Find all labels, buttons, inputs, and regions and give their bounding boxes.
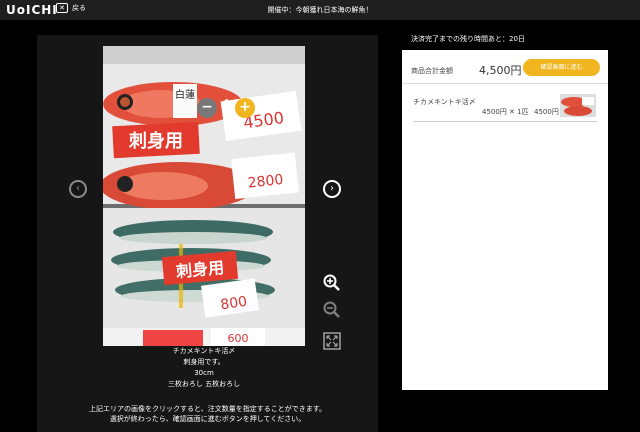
prev-arrow-icon[interactable]: ‹ — [69, 180, 87, 198]
quantity-stepper: − 1 + — [197, 96, 257, 120]
product-photo[interactable]: 白蓮 刺身用 4500 2800 刺身用 800 600 — [103, 46, 305, 350]
fit-screen-icon[interactable] — [323, 332, 341, 350]
minus-icon[interactable]: − — [197, 98, 217, 118]
caption-line: 刺身用です。 — [183, 358, 225, 366]
total-label: 商品合計金額 — [411, 67, 453, 75]
page-title: 開催中：今朝獲れ日本海の鮮魚！ — [267, 6, 373, 14]
cart-item-subtotal: 4500円 — [534, 108, 559, 116]
top-bar: UoICHI ✕ 戻る 開催中：今朝獲れ日本海の鮮魚！ — [0, 0, 640, 20]
cart-item-name: チカメキントキ活〆 — [413, 98, 476, 106]
zoom-in-icon[interactable] — [323, 274, 341, 292]
remaining-time: 決済完了までの残り時間あと：20日 — [411, 35, 525, 43]
next-arrow-icon[interactable]: › — [323, 180, 341, 198]
item-divider — [413, 121, 597, 122]
instructions: 上記エリアの画像をクリックすると、注文数量を指定することができます。 選択が終わ… — [37, 404, 378, 424]
confirm-button[interactable]: 確認画面に進む — [523, 59, 600, 76]
product-caption: チカメキントキ活〆 刺身用です。 30cm 三枚おろし 五枚おろし — [90, 346, 318, 390]
price-tag-4: 600 — [228, 332, 249, 345]
total-value: 4,500円 — [479, 64, 522, 77]
sashimi-label-1: 刺身用 — [129, 130, 183, 152]
instruction-line: 選択が終わったら、確認画面に進むボタンを押してください。 — [109, 415, 306, 423]
caption-line: 三枚おろし 五枚おろし — [167, 380, 241, 388]
quantity-value: 1 — [221, 96, 233, 115]
cart-item-thumbnail[interactable] — [560, 94, 596, 117]
cart-item-calc: 4500円 ✕ 1匹 — [482, 108, 529, 116]
caption-line: 30cm — [194, 369, 214, 377]
tag-name-1: 白蓮 — [175, 88, 195, 101]
plus-icon[interactable]: + — [235, 98, 255, 118]
instruction-line: 上記エリアの画像をクリックすると、注文数量を指定することができます。 — [88, 405, 327, 413]
caption-line: チカメキントキ活〆 — [172, 347, 236, 355]
zoom-out-icon[interactable] — [323, 301, 341, 319]
divider — [402, 83, 608, 84]
cart-panel: 商品合計金額 4,500円 確認画面に進む チカメキントキ活〆 4500円 ✕ … — [402, 50, 608, 390]
